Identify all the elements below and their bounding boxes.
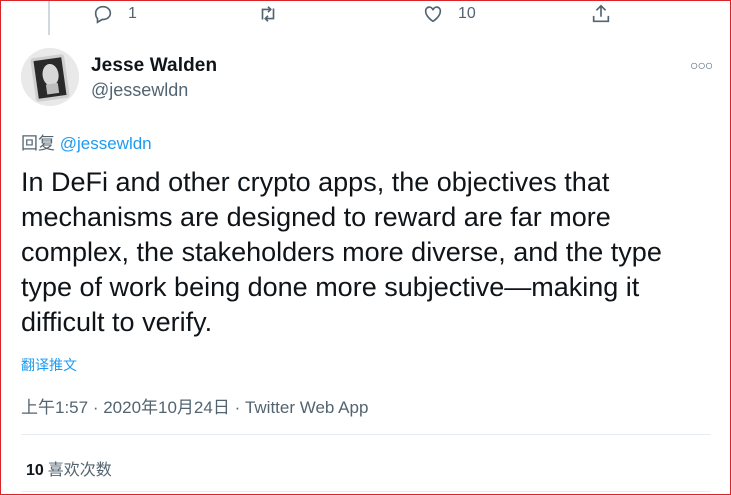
tweet-meta: 上午1:57 · 2020年10月24日 · Twitter Web App [21,393,368,418]
divider [21,434,711,435]
likes-count: 10 [26,462,44,479]
translate-tweet-link[interactable]: 翻译推文 [21,355,77,375]
replying-to: 回复 @jessewldn [21,129,152,154]
author-display-name[interactable]: Jesse Walden [91,55,217,77]
divider-bottom [21,491,711,492]
retweet-icon [261,6,275,22]
meta-separator: · [88,398,104,417]
previous-tweet-actions: 1 10 [1,1,730,31]
share-icon [592,4,610,23]
avatar[interactable] [21,48,79,106]
tweet-text: In DeFi and other crypto apps, the objec… [21,167,662,337]
tweet-date-link[interactable]: 2020年10月24日 [103,398,230,417]
reply-icon [94,5,112,24]
tweet-card: 1 10 Jesse Walden @jessewldn ○○○ 回复 @jes… [0,0,731,495]
replying-to-handle-link[interactable]: @jessewldn [60,134,152,153]
replying-prefix: 回复 [21,134,55,153]
like-count: 10 [458,5,476,22]
more-options-icon[interactable]: ○○○ [690,57,713,73]
likes-stat-link[interactable]: 10 喜欢次数 [26,456,112,480]
avatar-image [21,48,79,106]
tweet-time-link[interactable]: 上午1:57 [21,398,88,417]
likes-label: 喜欢次数 [47,462,112,479]
retweet-button[interactable] [257,1,293,27]
reply-button[interactable]: 1 [92,1,137,27]
tweet-source-link[interactable]: Twitter Web App [245,398,368,417]
meta-separator-2: · [229,398,245,417]
share-button[interactable] [590,1,612,27]
like-button[interactable]: 10 [422,1,476,27]
like-icon [424,6,442,23]
author-handle[interactable]: @jessewldn [91,80,188,101]
reply-count: 1 [128,5,137,22]
